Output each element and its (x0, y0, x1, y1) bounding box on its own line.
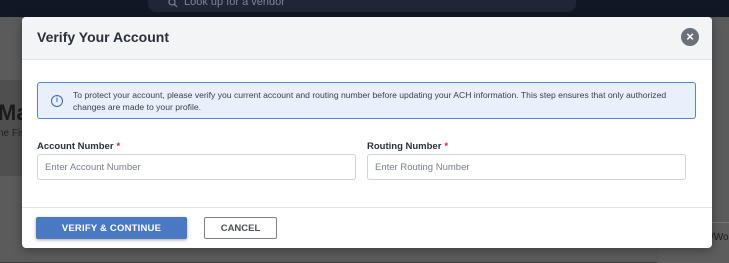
routing-number-label-text: Routing Number (367, 141, 442, 152)
search-icon (168, 0, 178, 12)
vendor-search-bar: Look up for a vendor (148, 0, 576, 12)
account-number-input[interactable] (37, 154, 356, 180)
routing-number-input[interactable] (367, 154, 686, 180)
search-placeholder: Look up for a vendor (184, 0, 285, 8)
cancel-button[interactable]: CANCEL (204, 217, 277, 239)
account-number-label-text: Account Number (37, 141, 114, 152)
info-icon: i (51, 95, 63, 107)
footer-divider (22, 207, 712, 208)
close-icon[interactable]: × (681, 28, 699, 46)
routing-number-label: Routing Number * (367, 141, 448, 152)
background-right-text: /Wo (711, 232, 729, 243)
info-text: To protect your account, please verify y… (73, 90, 667, 112)
verify-continue-button[interactable]: VERIFY & CONTINUE (36, 217, 187, 239)
required-mark: * (444, 141, 449, 152)
modal-header: Verify Your Account × (22, 17, 712, 60)
required-mark: * (116, 141, 121, 152)
info-banner: i To protect your account, please verify… (37, 82, 696, 119)
account-number-label: Account Number * (37, 141, 120, 152)
modal-title: Verify Your Account (37, 29, 169, 45)
verify-account-modal: Verify Your Account × i To protect your … (22, 17, 712, 248)
